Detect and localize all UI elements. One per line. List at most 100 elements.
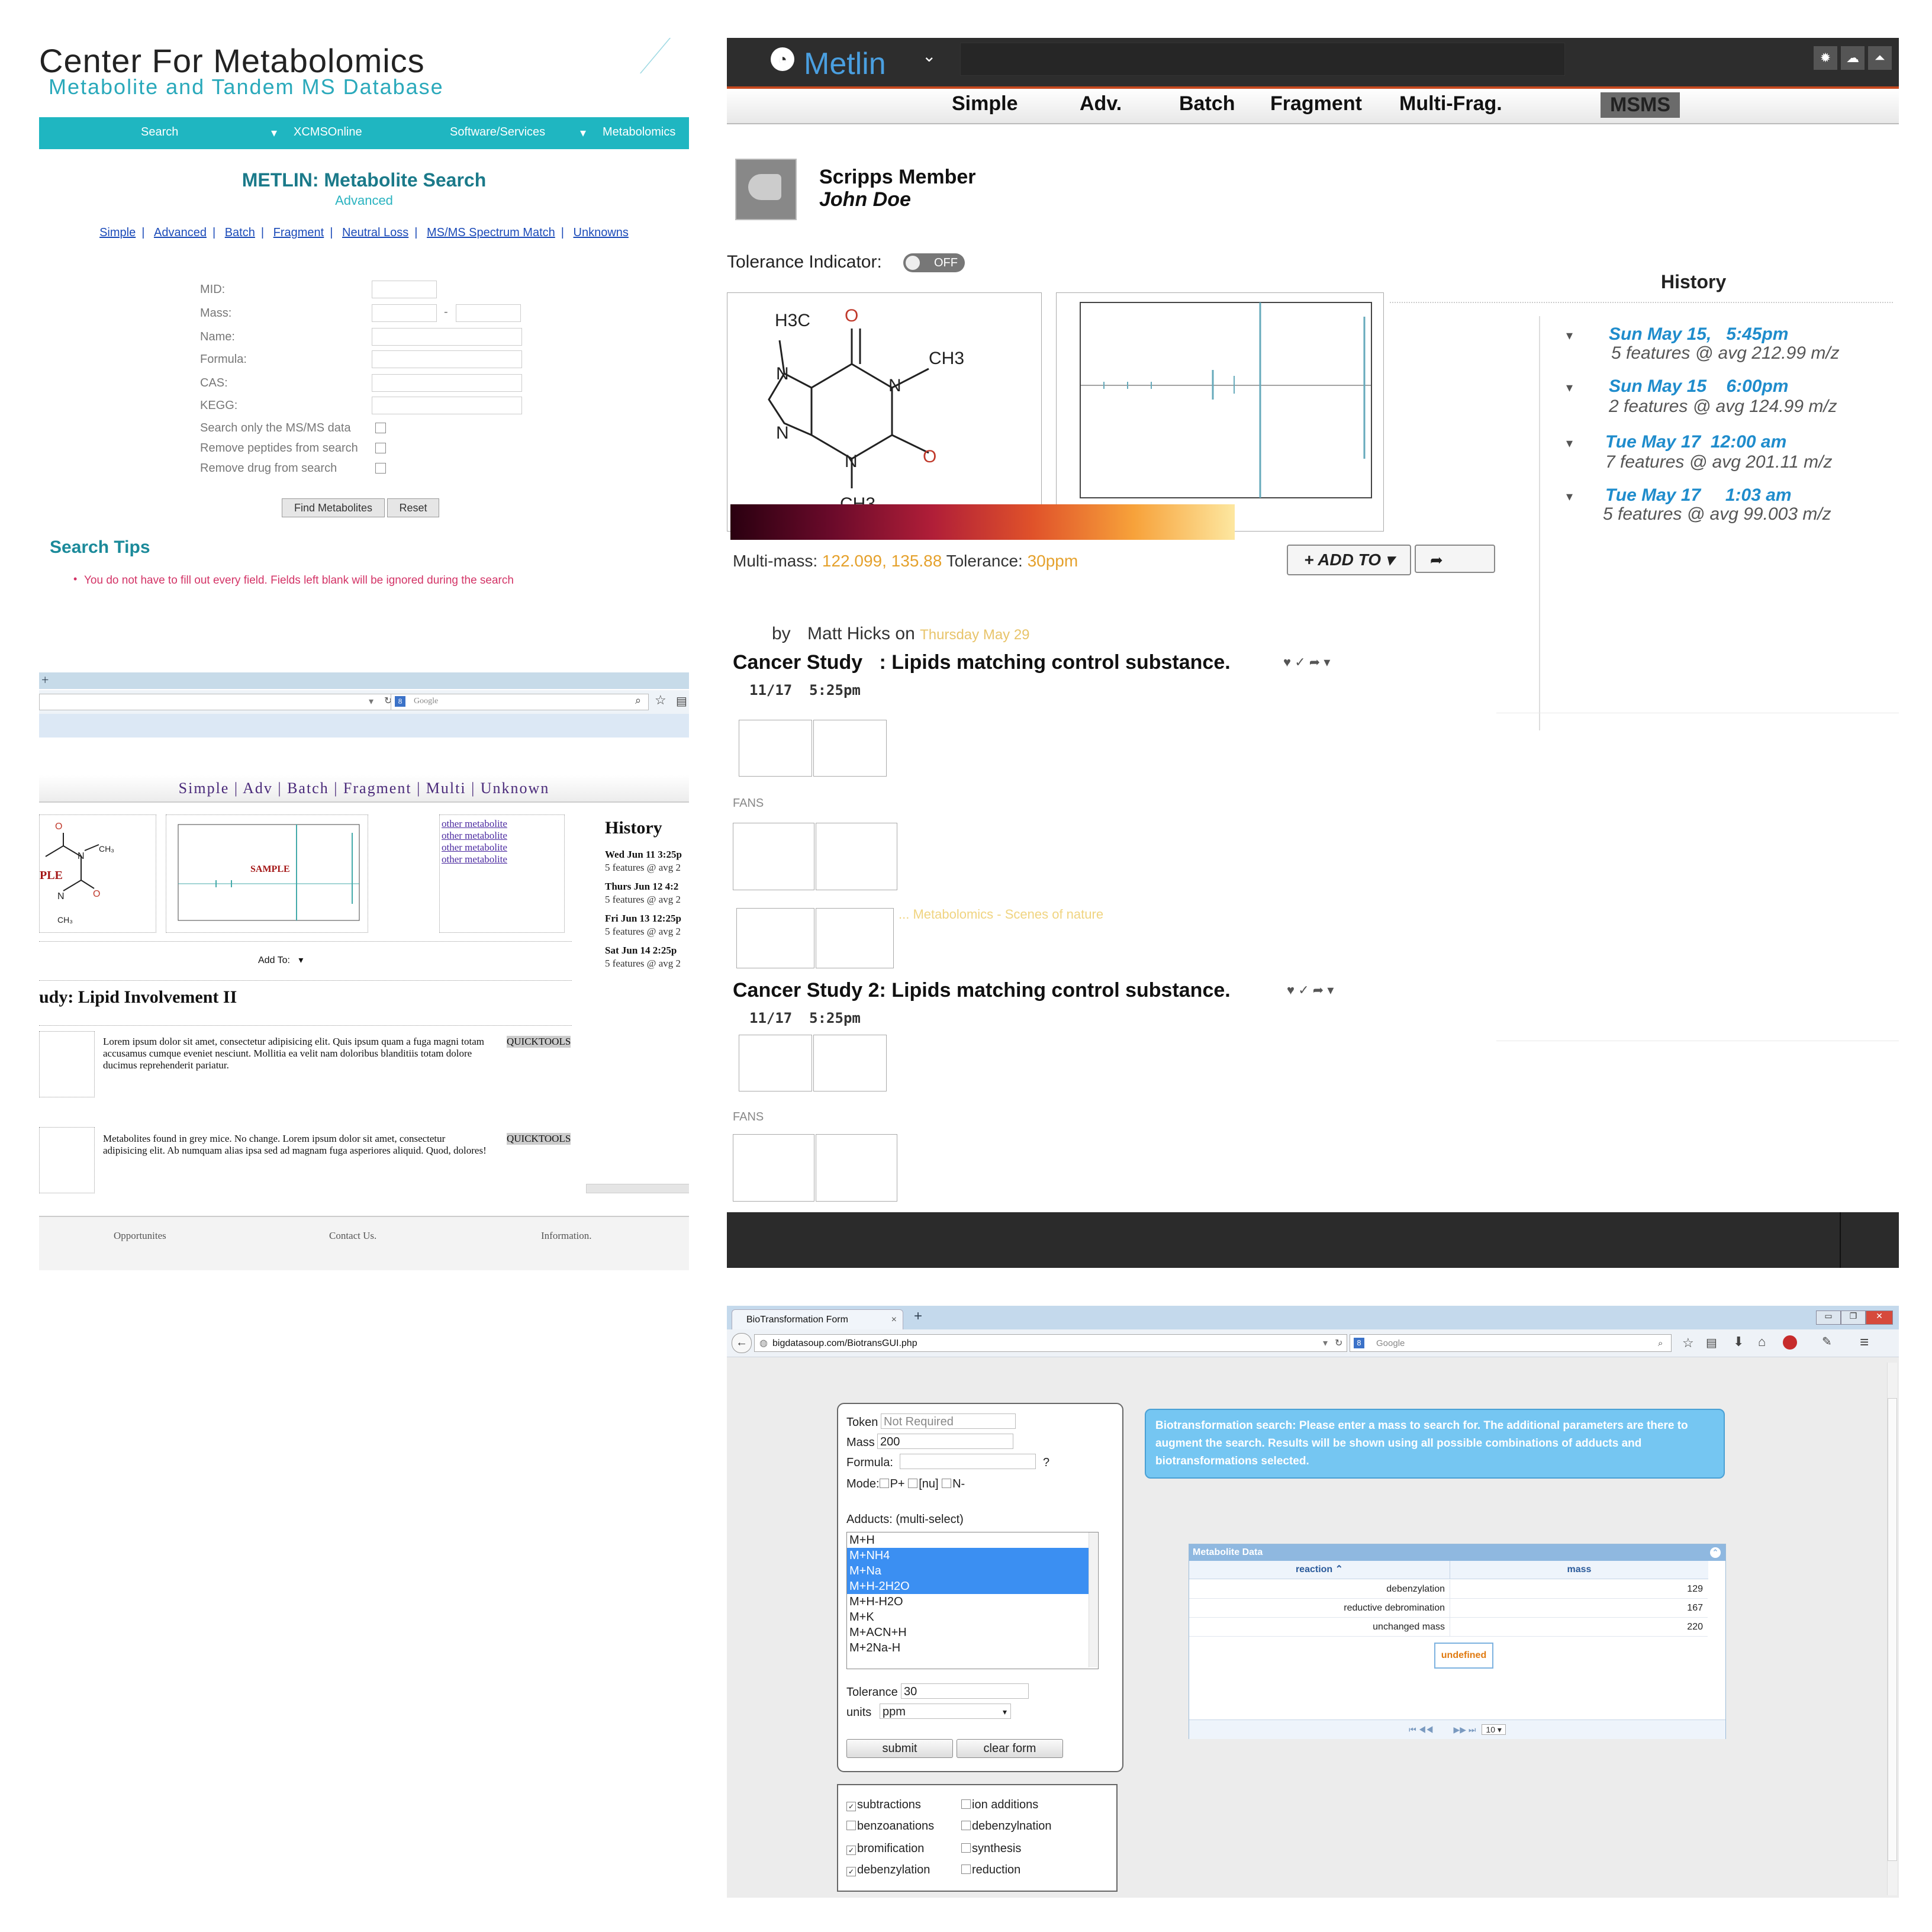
other-metabolite-link[interactable]: other metabolite — [442, 830, 507, 842]
result-spectrum-thumbnail[interactable] — [816, 908, 894, 968]
avatar[interactable] — [735, 159, 797, 220]
formula-help[interactable]: ? — [1043, 1456, 1049, 1470]
result-structure-thumbnail[interactable] — [739, 720, 812, 777]
checkbox-checked[interactable]: ✓ — [846, 1867, 856, 1876]
library-icon[interactable]: ▤ — [1706, 1335, 1717, 1350]
app-logo[interactable]: Metlin — [804, 46, 886, 82]
dropdown-icon[interactable]: ▾ — [369, 695, 373, 707]
new-tab-icon[interactable]: + — [41, 672, 49, 688]
link-msms-match[interactable]: MS/MS Spectrum Match — [427, 226, 555, 239]
first-page-icon[interactable]: ⏮ — [1409, 1725, 1416, 1734]
history-date[interactable]: Fri Jun 13 12:25p — [605, 913, 681, 925]
nav-xcms[interactable]: XCMSOnline — [294, 125, 362, 139]
scroll-thumb[interactable] — [1888, 1398, 1897, 1861]
result-structure-thumbnail[interactable] — [733, 1134, 814, 1202]
adduct-option[interactable]: M+H-H2O — [847, 1594, 1089, 1609]
kegg-input[interactable] — [372, 397, 522, 414]
post-thumbnail[interactable] — [39, 1031, 95, 1097]
mode-p-checkbox[interactable] — [879, 1479, 889, 1488]
history-date[interactable]: Tue May 17 12:00 am — [1605, 432, 1786, 452]
search-icon[interactable]: ⌕ — [1658, 1335, 1663, 1353]
nav-search[interactable]: Search — [141, 125, 178, 139]
clear-form-button[interactable]: clear form — [957, 1739, 1063, 1758]
header-search-input[interactable] — [960, 43, 1565, 76]
search-icon[interactable]: ⌕ — [635, 694, 641, 707]
link-neutral-loss[interactable]: Neutral Loss — [342, 226, 408, 239]
cloud-icon[interactable]: ☁ — [1841, 46, 1865, 70]
checkbox[interactable] — [961, 1843, 971, 1853]
result-spectrum-thumbnail[interactable] — [813, 1035, 887, 1091]
checkbox[interactable] — [961, 1865, 971, 1874]
chevron-down-icon[interactable]: ▾ — [1566, 380, 1573, 395]
prev-page-icon[interactable]: ◀◀ — [1419, 1725, 1434, 1734]
quicktools-button[interactable]: QUICKTOOLS — [507, 1133, 571, 1145]
add-to-select[interactable]: Add To: ▾ — [258, 954, 303, 966]
adduct-option[interactable]: M+K — [847, 1609, 1089, 1625]
footer-contact[interactable]: Contact Us. — [329, 1230, 376, 1242]
check-icon[interactable]: ✓ — [1295, 655, 1305, 669]
footer-opportunities[interactable]: Opportunites — [114, 1230, 166, 1242]
history-date[interactable]: Sun May 15, 5:45pm — [1609, 324, 1788, 344]
dropdown-icon[interactable]: ▾ — [1323, 1335, 1328, 1353]
result-structure-thumbnail[interactable] — [733, 823, 814, 890]
option-subtractions[interactable]: ✓ subtractions — [846, 1798, 921, 1812]
tab-biotransformation[interactable]: BioTransformation Form × — [732, 1309, 903, 1329]
mass-input[interactable]: 200 — [877, 1434, 1013, 1449]
option-ion-additions[interactable]: ion additions — [961, 1798, 1038, 1812]
adduct-option[interactable]: M+Na — [847, 1563, 1089, 1579]
checkbox[interactable] — [961, 1821, 971, 1830]
mode-n-checkbox[interactable] — [942, 1479, 952, 1488]
result-spectrum-thumbnail[interactable] — [816, 823, 897, 890]
mass-max-input[interactable] — [456, 304, 521, 322]
checkbox-checked[interactable]: ✓ — [846, 1846, 856, 1855]
quicktools-button[interactable]: QUICKTOOLS — [507, 1036, 571, 1048]
gear-icon[interactable]: ✹ — [1814, 46, 1837, 70]
tolerance-input[interactable]: 30 — [901, 1683, 1029, 1699]
tab-multi-frag[interactable]: Multi-Frag. — [1399, 92, 1502, 115]
name-input[interactable] — [372, 328, 522, 346]
chevron-down-icon[interactable]: ▾ — [1566, 489, 1573, 504]
remove-drug-checkbox[interactable] — [375, 463, 386, 474]
tab-advanced[interactable]: Adv. — [1080, 92, 1122, 115]
footer-information[interactable]: Information. — [541, 1230, 591, 1242]
option-debenzylation[interactable]: ✓ debenzylation — [846, 1863, 930, 1877]
option-synthesis[interactable]: synthesis — [961, 1842, 1021, 1856]
cell-mass[interactable]: 167 — [1450, 1599, 1708, 1618]
result-structure-thumbnail[interactable] — [739, 1035, 812, 1091]
units-select[interactable]: ppm ▾ — [880, 1704, 1011, 1719]
result-structure-thumbnail[interactable] — [736, 908, 814, 968]
formula-input[interactable] — [372, 350, 522, 368]
checkbox[interactable] — [846, 1821, 856, 1830]
chevron-down-icon[interactable]: ▾ — [1566, 436, 1573, 451]
share-icon[interactable]: ➦ — [1313, 983, 1324, 997]
link-unknowns[interactable]: Unknowns — [574, 226, 629, 239]
bookmark-star-icon[interactable]: ☆ — [1682, 1335, 1694, 1351]
history-date[interactable]: Sun May 15 6:00pm — [1609, 376, 1788, 397]
result-spectrum-thumbnail[interactable] — [816, 1134, 897, 1202]
collapse-icon[interactable]: ⌃ — [1710, 1547, 1721, 1558]
link-fragment[interactable]: Fragment — [273, 226, 324, 239]
other-metabolite-link[interactable]: other metabolite — [442, 842, 507, 854]
history-date[interactable]: Wed Jun 11 3:25p — [605, 849, 682, 861]
adduct-option[interactable]: M+H — [847, 1532, 1089, 1548]
menu-icon[interactable]: ≡ — [1860, 1333, 1869, 1351]
tab-msms[interactable]: MSMS — [1601, 92, 1680, 118]
next-page-icon[interactable]: ▶▶ — [1453, 1725, 1466, 1734]
chevron-down-icon[interactable]: ▾ — [1566, 328, 1573, 343]
close-icon[interactable]: × — [891, 1310, 897, 1330]
cell-reaction[interactable]: unchanged mass — [1189, 1618, 1450, 1637]
cell-reaction[interactable]: debenzylation — [1189, 1580, 1450, 1599]
history-date[interactable]: Thurs Jun 12 4:2 — [605, 881, 678, 893]
nav-caret-icon[interactable]: ▾ — [271, 125, 277, 140]
url-input[interactable]: ▾ ↻ — [39, 694, 407, 710]
heart-icon[interactable]: ♥ — [1287, 983, 1295, 997]
chevron-down-icon[interactable]: ▾ — [1324, 655, 1330, 669]
close-icon[interactable]: ✕ — [1866, 1310, 1893, 1325]
token-input[interactable]: Not Required — [881, 1413, 1016, 1429]
chevron-down-icon[interactable]: ⌄ — [922, 46, 936, 66]
web-search-input[interactable]: 8 Google ⌕ — [391, 694, 649, 710]
tab-batch[interactable]: Batch — [1179, 92, 1235, 115]
nav-metabolomics[interactable]: Metabolomics — [603, 125, 675, 139]
add-to-button[interactable]: + ADD TO ▾ — [1287, 545, 1411, 575]
checkbox[interactable] — [961, 1799, 971, 1809]
